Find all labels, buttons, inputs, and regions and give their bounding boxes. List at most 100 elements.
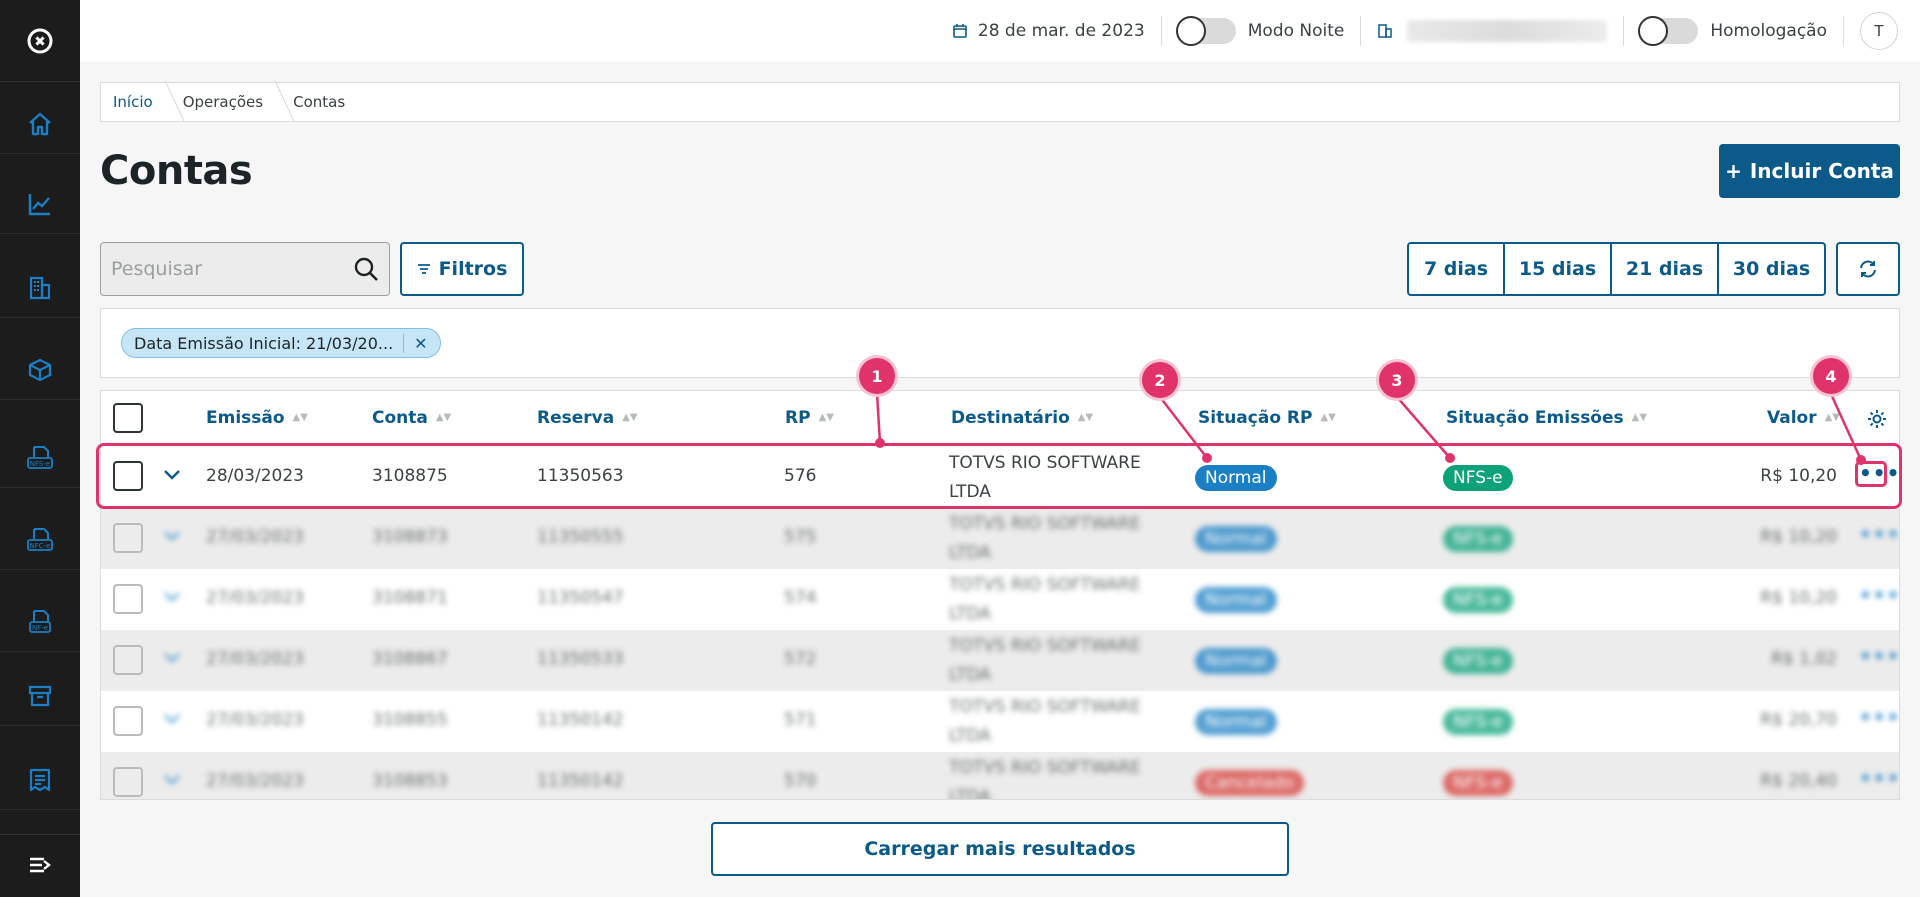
status-badge: Normal — [1195, 526, 1277, 552]
column-header-reserva[interactable]: Reserva ▲▼ — [537, 408, 638, 428]
svg-text:NFS-e: NFS-e — [30, 460, 50, 468]
close-icon[interactable]: ✕ — [403, 333, 428, 353]
cell-reserva: 11350555 — [537, 527, 624, 547]
column-header-emissao[interactable]: Emissão ▲▼ — [206, 408, 308, 428]
homologation-switch[interactable]: Homologação — [1624, 0, 1843, 62]
column-header-destinatario[interactable]: Destinatário ▲▼ — [951, 408, 1093, 428]
date-display: 28 de mar. de 2023 — [936, 0, 1161, 62]
sort-icon: ▲▼ — [1824, 412, 1840, 423]
breadcrumb-home[interactable]: Início — [111, 93, 167, 111]
table-row[interactable]: 27/03/2023 3108853 11350142 570 TOTVS RI… — [101, 752, 1899, 799]
archive-icon[interactable] — [0, 666, 80, 726]
column-header-situacao-rp[interactable]: Situação RP ▲▼ — [1198, 408, 1336, 428]
breadcrumb-operations[interactable]: Operações — [181, 93, 277, 111]
search-input[interactable]: Pesquisar — [100, 242, 390, 296]
more-actions-icon[interactable]: ••• — [1859, 522, 1899, 546]
period-15-days-button[interactable]: 15 dias — [1503, 242, 1612, 296]
nf-e-icon[interactable]: NF-e — [0, 592, 80, 652]
table-row[interactable]: 27/03/2023 3108867 11350533 572 TOTVS RI… — [101, 630, 1899, 691]
menu-collapse-icon[interactable] — [0, 834, 80, 894]
plus-icon: + — [1725, 159, 1742, 183]
cell-conta: 3108853 — [372, 771, 448, 791]
destinatario-line: TOTVS RIO SOFTWARE — [949, 636, 1141, 656]
cell-valor: R$ 10,20 — [1760, 527, 1837, 547]
more-actions-icon[interactable]: ••• — [1859, 644, 1899, 668]
cell-conta: 3108867 — [372, 649, 448, 669]
cell-valor: R$ 1,02 — [1771, 649, 1837, 669]
cell-emissao: 27/03/2023 — [206, 771, 304, 791]
status-badge: Normal — [1195, 587, 1277, 613]
breadcrumb: Início Operações Contas — [100, 82, 1900, 122]
column-header-situacao-emissoes[interactable]: Situação Emissões ▲▼ — [1446, 408, 1647, 428]
period-21-days-button[interactable]: 21 dias — [1610, 242, 1719, 296]
night-mode-toggle[interactable] — [1175, 16, 1236, 46]
period-30-days-button[interactable]: 30 dias — [1717, 242, 1826, 296]
building-icon[interactable] — [0, 258, 80, 318]
nfc-e-icon[interactable]: NFC-e — [0, 510, 80, 570]
table-row[interactable]: 27/03/2023 3108871 11350547 574 TOTVS RI… — [101, 569, 1899, 630]
logo-icon[interactable] — [0, 0, 80, 82]
chevron-down-icon[interactable] — [163, 713, 181, 725]
cell-conta: 3108873 — [372, 527, 448, 547]
add-account-button[interactable]: + Incluir Conta — [1719, 144, 1900, 198]
destinatario-line: LTDA — [949, 665, 991, 685]
sort-icon: ▲▼ — [622, 412, 638, 423]
column-header-rp[interactable]: RP ▲▼ — [785, 408, 834, 428]
column-header-conta[interactable]: Conta ▲▼ — [372, 408, 451, 428]
cell-rp: 575 — [784, 527, 817, 547]
row-checkbox[interactable] — [113, 706, 143, 736]
cell-rp: 572 — [784, 649, 817, 669]
cell-rp: 571 — [784, 710, 817, 730]
chevron-down-icon[interactable] — [163, 652, 181, 664]
select-all-checkbox[interactable] — [113, 403, 143, 433]
row-checkbox[interactable] — [113, 645, 143, 675]
filter-chip-label: Data Emissão Inicial: 21/03/20... — [134, 333, 394, 353]
column-label: Situação RP — [1198, 408, 1313, 428]
sort-icon: ▲▼ — [1631, 412, 1648, 423]
receipt-icon[interactable] — [0, 750, 80, 810]
cell-emissao: 27/03/2023 — [206, 527, 304, 547]
chart-icon[interactable] — [0, 174, 80, 234]
chevron-down-icon[interactable] — [163, 774, 181, 786]
filter-chip[interactable]: Data Emissão Inicial: 21/03/20... ✕ — [121, 328, 441, 358]
night-mode-switch[interactable]: Modo Noite — [1162, 0, 1361, 62]
search-icon[interactable] — [353, 256, 379, 282]
refresh-button[interactable] — [1836, 242, 1900, 296]
sort-icon: ▲▼ — [435, 412, 452, 423]
cell-valor: R$ 20,40 — [1760, 771, 1837, 791]
column-header-valor[interactable]: Valor ▲▼ — [1767, 408, 1840, 428]
nfs-e-icon[interactable]: NFS-e — [0, 428, 80, 488]
cell-destinatario: TOTVS RIO SOFTWARE LTDA — [949, 754, 1141, 799]
row-checkbox[interactable] — [113, 523, 143, 553]
sort-icon: ▲▼ — [1320, 412, 1336, 423]
table-row[interactable]: 27/03/2023 3108873 11350555 575 TOTVS RI… — [101, 508, 1899, 569]
period-selector: 7 dias 15 dias 21 dias 30 dias — [1407, 242, 1826, 296]
callout-badge: 2 — [1142, 362, 1178, 398]
topbar: 28 de mar. de 2023 Modo Noite Homologaçã… — [80, 0, 1920, 62]
column-label: Valor — [1767, 408, 1817, 428]
more-actions-icon[interactable]: ••• — [1859, 583, 1899, 607]
destinatario-line: TOTVS RIO SOFTWARE — [949, 758, 1141, 778]
avatar[interactable]: T — [1860, 12, 1898, 50]
building-icon — [1378, 24, 1393, 38]
row-checkbox[interactable] — [113, 584, 143, 614]
chevron-down-icon[interactable] — [163, 591, 181, 603]
filters-button[interactable]: Filtros — [400, 242, 524, 296]
box-icon[interactable] — [0, 340, 80, 400]
row-checkbox[interactable] — [113, 767, 143, 797]
more-actions-icon[interactable]: ••• — [1859, 766, 1899, 790]
status-badge: NFS-e — [1443, 526, 1513, 552]
chevron-down-icon[interactable] — [163, 530, 181, 542]
status-badge: NFS-e — [1443, 587, 1513, 613]
period-7-days-button[interactable]: 7 dias — [1407, 242, 1505, 296]
home-icon[interactable] — [0, 94, 80, 154]
settings-gear-icon[interactable] — [1866, 408, 1888, 430]
table-row[interactable]: 27/03/2023 3108855 11350142 571 TOTVS RI… — [101, 691, 1899, 752]
more-actions-icon[interactable]: ••• — [1859, 705, 1899, 729]
homologation-toggle[interactable] — [1638, 16, 1699, 46]
destinatario-line: LTDA — [949, 604, 991, 624]
company-selector[interactable] — [1361, 0, 1623, 62]
cell-destinatario: TOTVS RIO SOFTWARE LTDA — [949, 693, 1141, 751]
cell-rp: 570 — [784, 771, 817, 791]
load-more-button[interactable]: Carregar mais resultados — [711, 822, 1289, 876]
